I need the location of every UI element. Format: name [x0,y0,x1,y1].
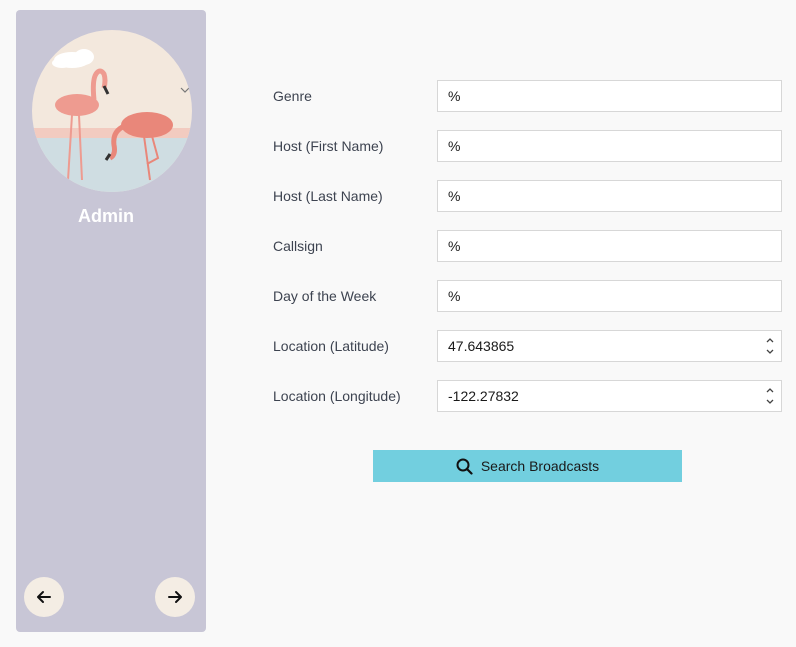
day-of-week-label: Day of the Week [273,288,377,304]
arrow-right-icon [168,591,182,603]
next-button[interactable] [155,577,195,617]
search-button-label: Search Broadcasts [480,458,600,474]
callsign-label: Callsign [273,238,323,254]
previous-button[interactable] [24,577,64,617]
user-name: Admin [78,206,134,226]
longitude-input[interactable] [437,380,782,412]
latitude-input[interactable] [437,330,782,362]
flamingo-illustration [32,30,192,192]
latitude-stepper[interactable] [763,334,777,358]
chevron-up-icon[interactable] [765,387,775,394]
avatar [32,30,192,192]
latitude-label: Location (Latitude) [273,338,389,354]
genre-label: Genre [273,88,312,104]
arrow-left-icon [37,591,51,603]
search-icon [456,458,473,475]
longitude-label: Location (Longitude) [273,388,401,404]
day-of-week-input[interactable] [437,280,782,312]
sidebar: Admin [16,10,206,632]
host-first-name-input[interactable] [437,130,782,162]
host-first-name-label: Host (First Name) [273,138,384,154]
chevron-down-icon[interactable] [765,348,775,355]
chevron-down-icon[interactable] [765,398,775,405]
host-last-name-label: Host (Last Name) [273,188,383,204]
host-last-name-input[interactable] [437,180,782,212]
genre-input[interactable] [437,80,782,112]
callsign-input[interactable] [437,230,782,262]
search-broadcasts-button[interactable]: Search Broadcasts [373,450,682,482]
chevron-up-icon[interactable] [765,337,775,344]
longitude-stepper[interactable] [763,384,777,408]
